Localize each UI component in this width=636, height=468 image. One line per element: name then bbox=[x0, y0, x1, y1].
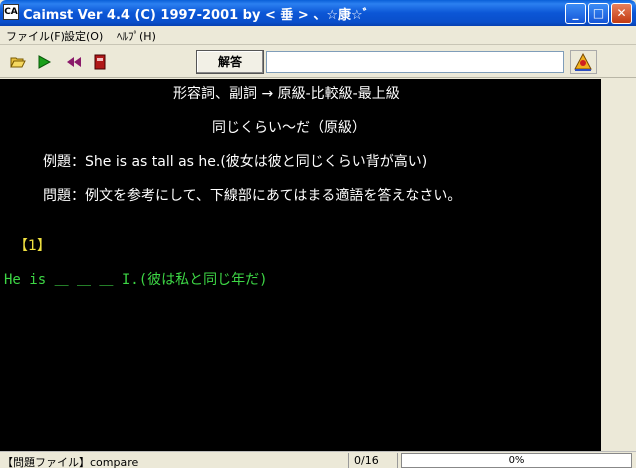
menu-bar: ファイル(F) 設定(O) ﾍﾙﾌﾟ(H) bbox=[0, 26, 636, 45]
status-divider bbox=[397, 453, 398, 468]
menu-help[interactable]: ﾍﾙﾌﾟ(H) bbox=[117, 28, 156, 44]
close-button[interactable]: ✕ bbox=[611, 3, 632, 24]
rewind-icon[interactable] bbox=[66, 54, 82, 70]
toolbar: 解答 bbox=[0, 46, 636, 78]
minimize-button[interactable]: _ bbox=[565, 3, 586, 24]
question-number: 【1】 bbox=[14, 238, 51, 254]
maximize-button[interactable]: □ bbox=[588, 3, 609, 24]
example-sentence: 例題：She is as tall as he.(彼女は彼と同じくらい背が高い) bbox=[43, 154, 428, 170]
progress-bar: 0% bbox=[401, 453, 632, 468]
menu-file[interactable]: ファイル(F) bbox=[6, 28, 65, 44]
right-panel bbox=[601, 79, 636, 451]
answer-input[interactable] bbox=[266, 51, 564, 73]
grammar-subheading: 同じくらい～だ（原級） bbox=[212, 120, 366, 136]
play-icon[interactable] bbox=[36, 54, 52, 70]
question-display: 形容詞、副詞 → 原級-比較級-最上級 同じくらい～だ（原級） 例題：She i… bbox=[0, 79, 601, 451]
instruction-text: 問題：例文を参考にして、下線部にあてはまる適語を答えなさい。 bbox=[43, 188, 462, 204]
window-title: Caimst Ver 4.4 (C) 1997-2001 by < 垂 > 、☆… bbox=[23, 8, 370, 23]
hint-button[interactable] bbox=[570, 50, 597, 74]
question-count: 0/16 bbox=[354, 454, 379, 467]
book-icon[interactable] bbox=[92, 54, 108, 70]
status-divider bbox=[348, 453, 349, 468]
open-folder-icon[interactable] bbox=[10, 54, 26, 70]
progress-percent: 0% bbox=[508, 455, 525, 466]
hint-icon bbox=[574, 52, 592, 71]
app-icon[interactable]: CA bbox=[3, 4, 19, 20]
status-bar: 【問題ファイル】compare 0/16 0% bbox=[0, 451, 636, 468]
title-bar: CA Caimst Ver 4.4 (C) 1997-2001 by < 垂 >… bbox=[0, 0, 636, 26]
topic-heading: 形容詞、副詞 → 原級-比較級-最上級 bbox=[173, 86, 400, 102]
question-text: He is ＿ ＿ ＿ I.(彼は私と同じ年だ) bbox=[4, 272, 268, 288]
answer-button[interactable]: 解答 bbox=[196, 50, 264, 74]
status-file-label: 【問題ファイル】compare bbox=[2, 456, 139, 468]
menu-settings[interactable]: 設定(O) bbox=[64, 28, 103, 44]
